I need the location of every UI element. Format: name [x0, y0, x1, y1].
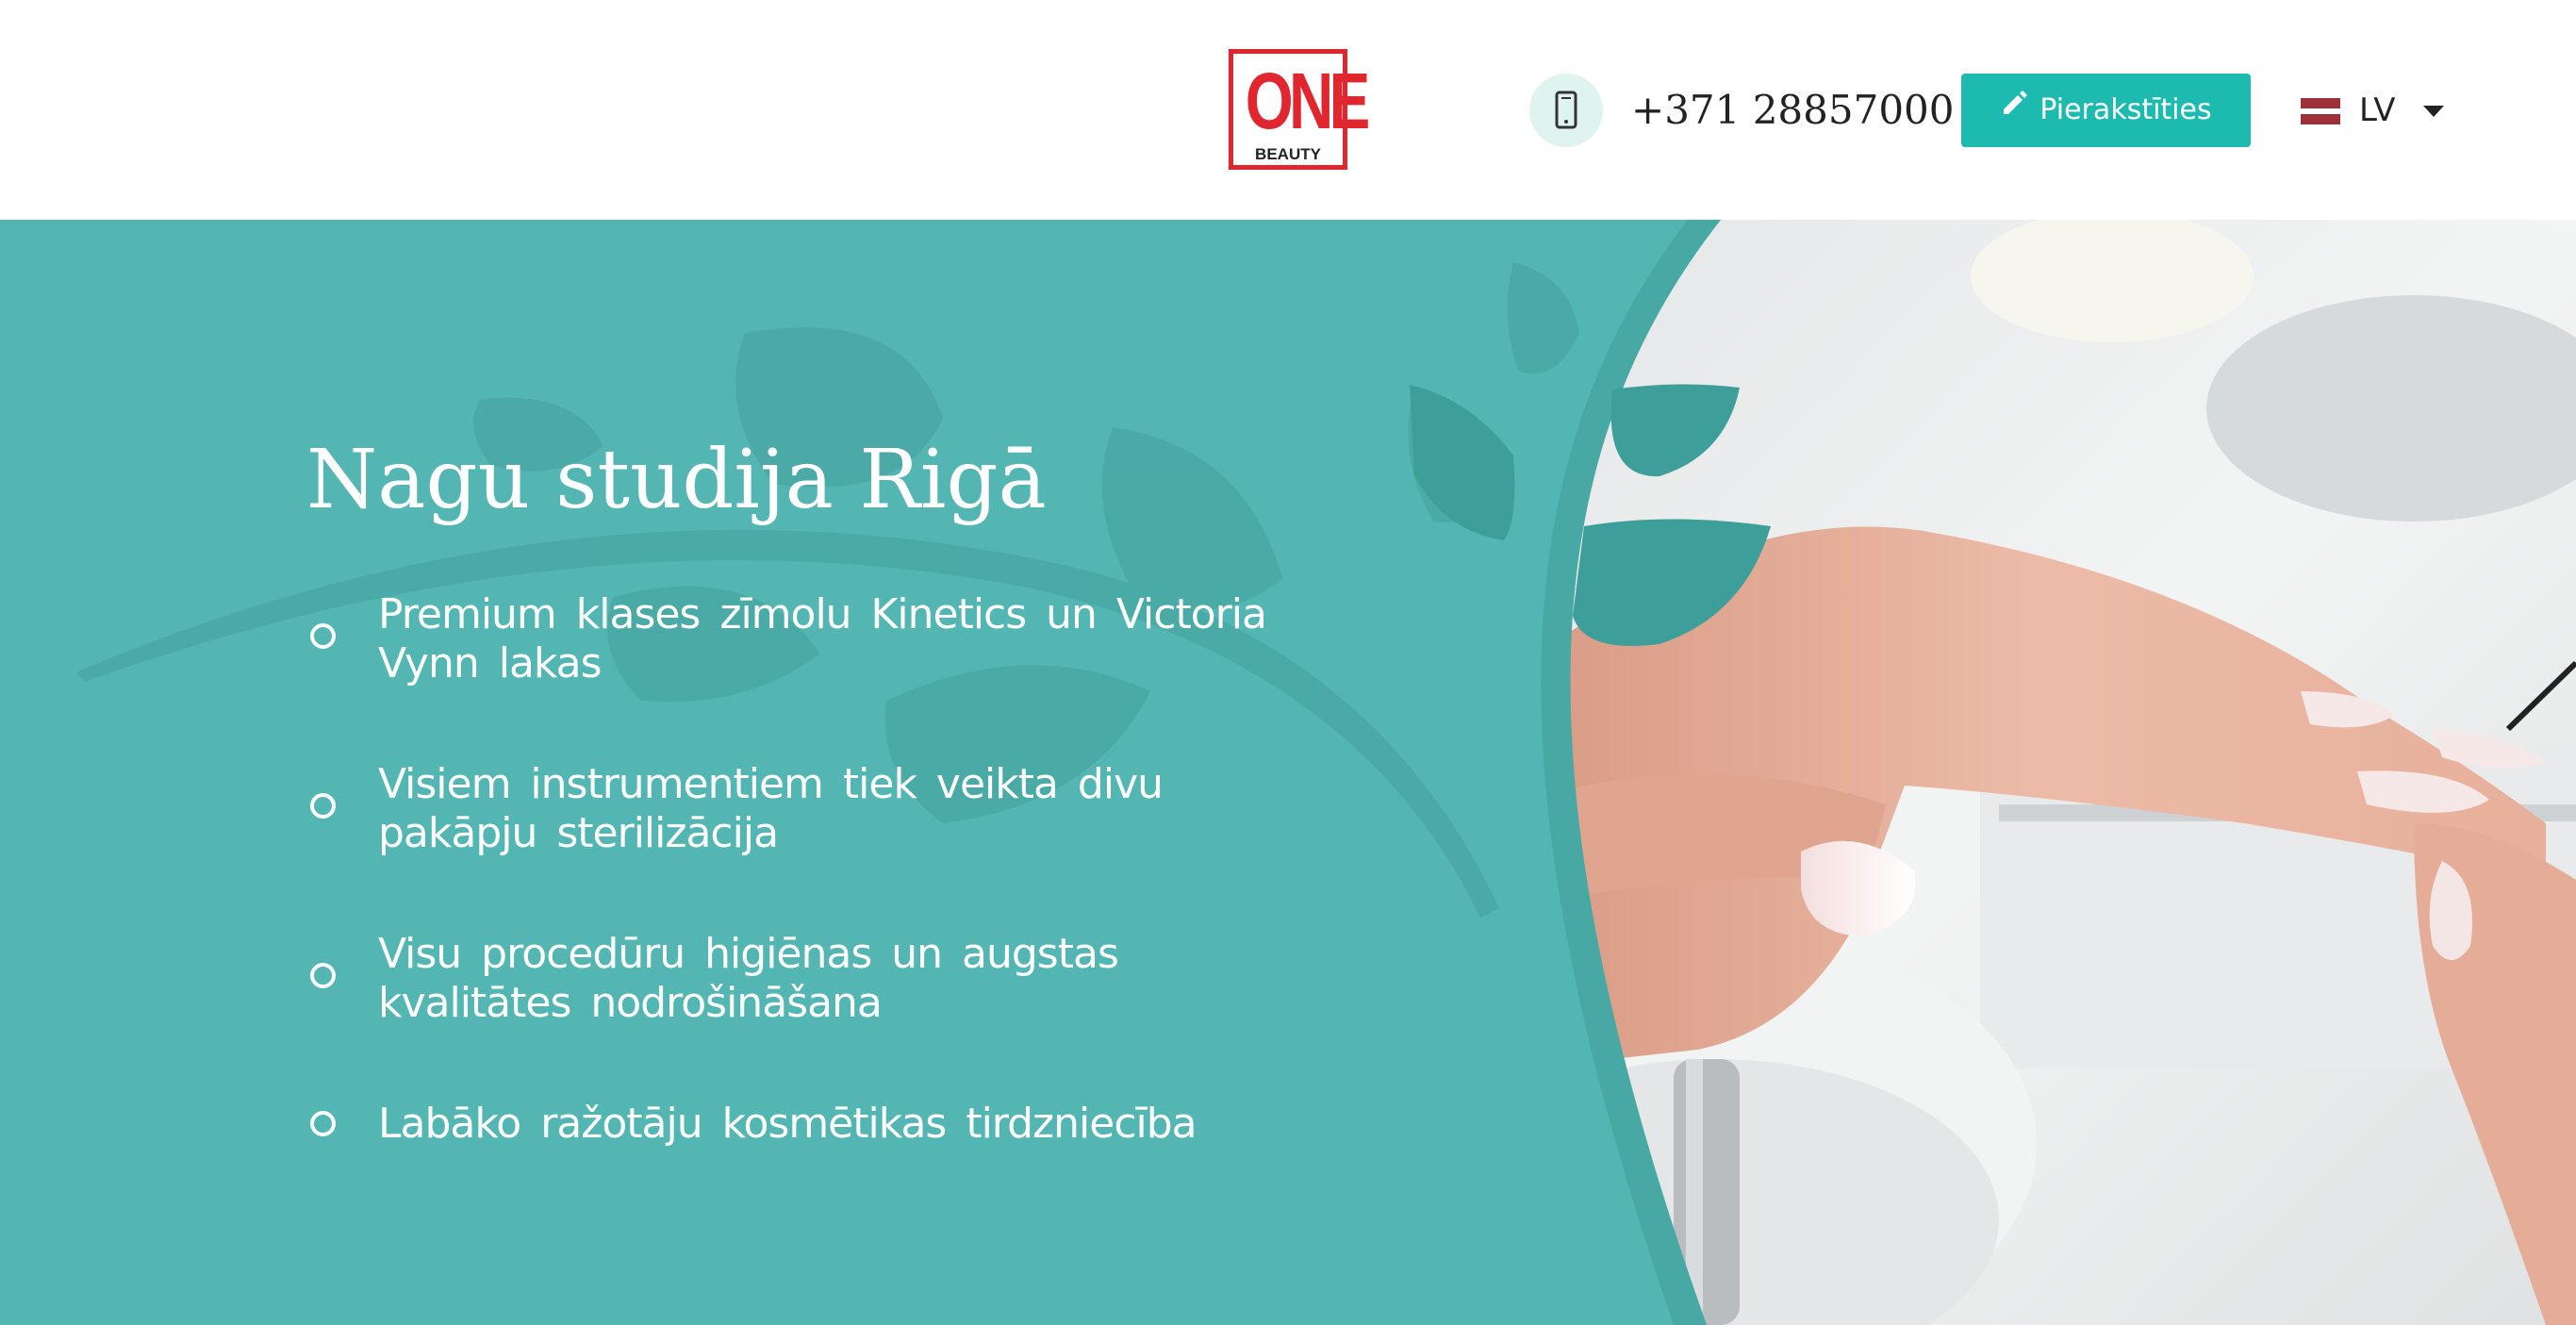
circle-bullet-icon	[310, 1111, 336, 1136]
caret-down-icon	[2423, 106, 2444, 117]
logo-wordmark: ONE	[1245, 57, 1371, 145]
feature-text-line1: Visiem instrumentiem tiek veikta divu	[378, 760, 1164, 808]
feature-text-line2: kvalitātes nodrošināšana	[378, 979, 883, 1027]
brand-logo[interactable]: ONE BEAUTY	[1229, 49, 1371, 170]
feature-text-line1: Premium klases zīmolu Kinetics un Victor…	[378, 590, 1267, 638]
feature-text-line1: Labāko ražotāju kosmētikas tirdzniecība	[378, 1100, 1197, 1148]
language-code: LV	[2359, 91, 2396, 129]
feature-text-line2: Vynn lakas	[378, 639, 603, 687]
feature-text-line1: Visu procedūru higiēnas un augstas	[378, 930, 1119, 978]
circle-bullet-icon	[310, 623, 336, 649]
latvia-flag-icon	[2301, 98, 2340, 124]
circle-bullet-icon	[310, 793, 336, 819]
smartphone-icon[interactable]	[1529, 74, 1603, 147]
feature-text-line2: pakāpju sterilizācija	[378, 809, 779, 857]
pencil-icon	[2000, 72, 2028, 145]
circle-bullet-icon	[310, 963, 336, 988]
logo-subtext: BEAUTY	[1255, 145, 1321, 163]
hero-title: Nagu studija Rigā	[306, 433, 1047, 527]
site-header: ONE BEAUTY +371 28857000 Pierakstīties L…	[0, 0, 2576, 220]
book-appointment-button[interactable]: Pierakstīties	[1961, 74, 2251, 147]
phone-number-link[interactable]: +371 28857000	[1631, 83, 1954, 138]
hero-section: Nagu studija Rigā Premium klases zīmolu …	[0, 220, 2576, 1325]
book-button-label: Pierakstīties	[2039, 93, 2212, 126]
